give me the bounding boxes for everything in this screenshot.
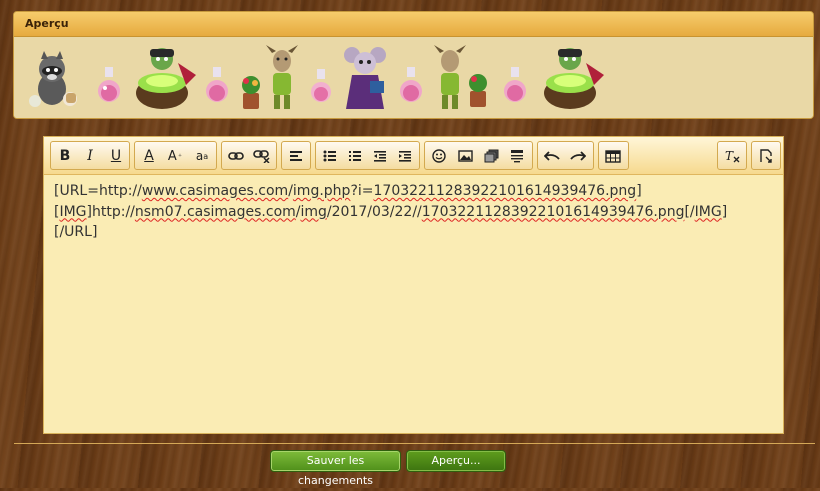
- redo-icon: [570, 151, 586, 161]
- align-button[interactable]: [286, 146, 306, 166]
- table-button[interactable]: [603, 146, 623, 166]
- undo-button[interactable]: [542, 146, 562, 166]
- content-line: [URL=http://www.casimages.com/img.php?i=…: [54, 181, 775, 202]
- goat-farmer-sprite: [266, 45, 298, 109]
- preview-panel: Aperçu: [13, 11, 814, 119]
- message-textarea[interactable]: [URL=http://www.casimages.com/img.php?i=…: [54, 181, 775, 243]
- unlink-icon: [253, 150, 270, 163]
- misspelled-text: img.php: [292, 183, 351, 199]
- misspelled-text: 17032211283922101614939476.png: [421, 203, 685, 220]
- wizard-cauldron-sprite: [544, 48, 604, 109]
- image-button[interactable]: [455, 146, 475, 166]
- content-text: ]http://: [86, 203, 135, 220]
- potion-sprite: [98, 67, 120, 102]
- toggle-mode-icon: [760, 149, 772, 163]
- misspelled-text: 17032211283922101614939476.png: [373, 183, 637, 199]
- remove-format-button[interactable]: T: [722, 146, 742, 166]
- potion-sprite: [504, 67, 526, 102]
- outdent-button[interactable]: [370, 146, 390, 166]
- numbered-list-button[interactable]: [345, 146, 365, 166]
- save-changes-button[interactable]: Sauver les changements: [270, 450, 401, 487]
- source-toggle-group: [751, 141, 781, 170]
- history-group: [537, 141, 594, 170]
- table-group: [598, 141, 629, 170]
- content-text: [/URL]: [54, 224, 98, 240]
- preview-body: [14, 37, 813, 118]
- align-left-icon: [290, 151, 302, 161]
- content-text: /2017/03/22//: [326, 203, 422, 220]
- content-text: ]: [721, 203, 728, 220]
- content-text: [/: [684, 203, 695, 220]
- insert-group: [424, 141, 533, 170]
- potion-sprite: [206, 67, 228, 102]
- bullet-list-icon: [323, 150, 336, 162]
- table-icon: [605, 149, 621, 163]
- content-line: [/URL]: [54, 222, 775, 243]
- divider: [14, 443, 815, 444]
- image-icon: [457, 150, 473, 162]
- numbered-list-icon: [349, 151, 361, 161]
- plant-sprite: [242, 76, 260, 109]
- preview-image-strip: [26, 45, 616, 115]
- potion-sprite: [400, 67, 422, 102]
- font-face-button[interactable]: aa: [192, 146, 212, 166]
- italic-button[interactable]: I: [80, 146, 100, 166]
- mouse-witch-sprite: [344, 47, 386, 109]
- misspelled-text: nsm07.casimages.com: [134, 203, 296, 220]
- content-line: [IMG]http://nsm07.casimages.com/img/2017…: [54, 202, 775, 223]
- font-size-label: A: [167, 148, 177, 164]
- link-icon: [228, 152, 244, 160]
- smiley-icon: [432, 149, 446, 163]
- bbcode-editor: B I U A A ⁺ aa T [URL=http://www.casimag…: [43, 136, 784, 434]
- link-button[interactable]: [226, 146, 246, 166]
- align-group: [281, 141, 311, 170]
- content-text: ?i=: [350, 183, 374, 199]
- font-group: A A ⁺ aa: [134, 141, 217, 170]
- unlink-button[interactable]: [252, 146, 272, 166]
- toggle-wysiwyg-button[interactable]: [756, 146, 776, 166]
- gallery-button[interactable]: [481, 146, 501, 166]
- editor-toolbar: B I U A A ⁺ aa T: [44, 137, 783, 175]
- bold-button[interactable]: B: [55, 146, 75, 166]
- misspelled-text: www.casimages.com: [141, 183, 289, 199]
- content-text: [URL=http://: [54, 183, 142, 199]
- undo-icon: [544, 151, 560, 161]
- clear-format-icon: T: [725, 149, 740, 163]
- misspelled-text: img: [300, 203, 327, 220]
- outdent-icon: [374, 151, 386, 162]
- remove-format-group: T: [717, 141, 747, 170]
- misspelled-text: IMG: [59, 203, 87, 220]
- wizard-cauldron-sprite: [136, 48, 196, 109]
- preview-title: Aperçu: [14, 12, 813, 37]
- spoiler-button[interactable]: [507, 146, 527, 166]
- font-size-button[interactable]: A ⁺: [165, 146, 185, 166]
- svg-text:T: T: [725, 149, 734, 163]
- indent-button[interactable]: [395, 146, 415, 166]
- underline-button[interactable]: U: [106, 146, 126, 166]
- preview-button[interactable]: Aperçu...: [406, 450, 506, 472]
- list-group: [315, 141, 420, 170]
- font-size-marker-icon: ⁺: [177, 151, 183, 161]
- link-group: [221, 141, 277, 170]
- format-group: B I U: [50, 141, 130, 170]
- bullet-list-button[interactable]: [320, 146, 340, 166]
- redo-button[interactable]: [568, 146, 588, 166]
- document-icon: [511, 150, 523, 163]
- goat-farmer-sprite: [434, 45, 487, 109]
- emoticon-button[interactable]: [429, 146, 449, 166]
- font-color-button[interactable]: A: [139, 146, 159, 166]
- misspelled-text: IMG: [694, 203, 722, 220]
- font-face-marker-icon: a: [203, 151, 209, 161]
- potion-sprite: [311, 69, 331, 102]
- gallery-icon: [484, 149, 498, 163]
- indent-icon: [399, 151, 411, 162]
- content-text: ]: [636, 183, 642, 199]
- font-face-label: a: [195, 149, 204, 163]
- raccoon-sprite: [29, 51, 77, 107]
